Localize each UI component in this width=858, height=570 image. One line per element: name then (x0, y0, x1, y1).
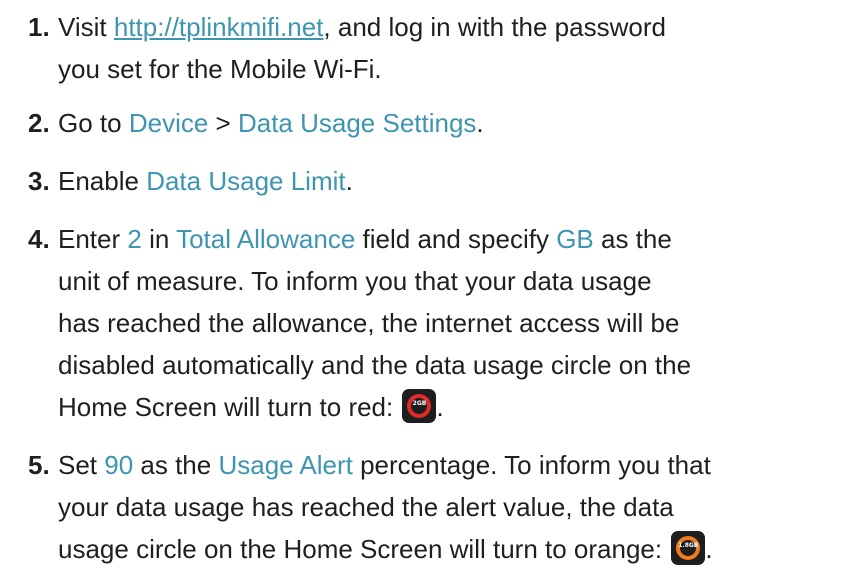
step-number: 1. (28, 12, 50, 42)
step-1: 1. Visit http://tplinkmifi.net, and log … (0, 6, 858, 96)
step-number: 5. (28, 450, 50, 480)
alert-value: 90 (104, 450, 134, 480)
tplinkmifi-link[interactable]: http://tplinkmifi.net (114, 12, 324, 42)
badge-text: 1.8GB (678, 542, 699, 549)
step-3: 3. Enable Data Usage Limit. (0, 160, 858, 202)
orange-usage-circle-icon: 1.8GB (671, 531, 706, 565)
badge-text: 2GB (412, 400, 427, 407)
step-number: 2. (28, 108, 50, 138)
red-usage-circle-icon: 2GB (402, 389, 437, 423)
field-usage-alert: Usage Alert (218, 450, 353, 480)
step-number: 4. (28, 224, 50, 254)
field-total-allowance: Total Allowance (176, 224, 356, 254)
allowance-value: 2 (127, 224, 142, 254)
menu-device: Device (128, 108, 209, 138)
step-5: 5. Set 90 as the Usage Alert percentage.… (0, 444, 858, 570)
step-number: 3. (28, 166, 50, 196)
instructions-document: 1. Visit http://tplinkmifi.net, and log … (0, 0, 858, 568)
unit-gb: GB (556, 224, 594, 254)
step-2: 2. Go to Device > Data Usage Settings. (0, 102, 858, 144)
menu-data-usage-settings: Data Usage Settings (237, 108, 477, 138)
option-data-usage-limit: Data Usage Limit (146, 166, 346, 196)
step-4: 4. Enter 2 in Total Allowance field and … (0, 218, 858, 430)
